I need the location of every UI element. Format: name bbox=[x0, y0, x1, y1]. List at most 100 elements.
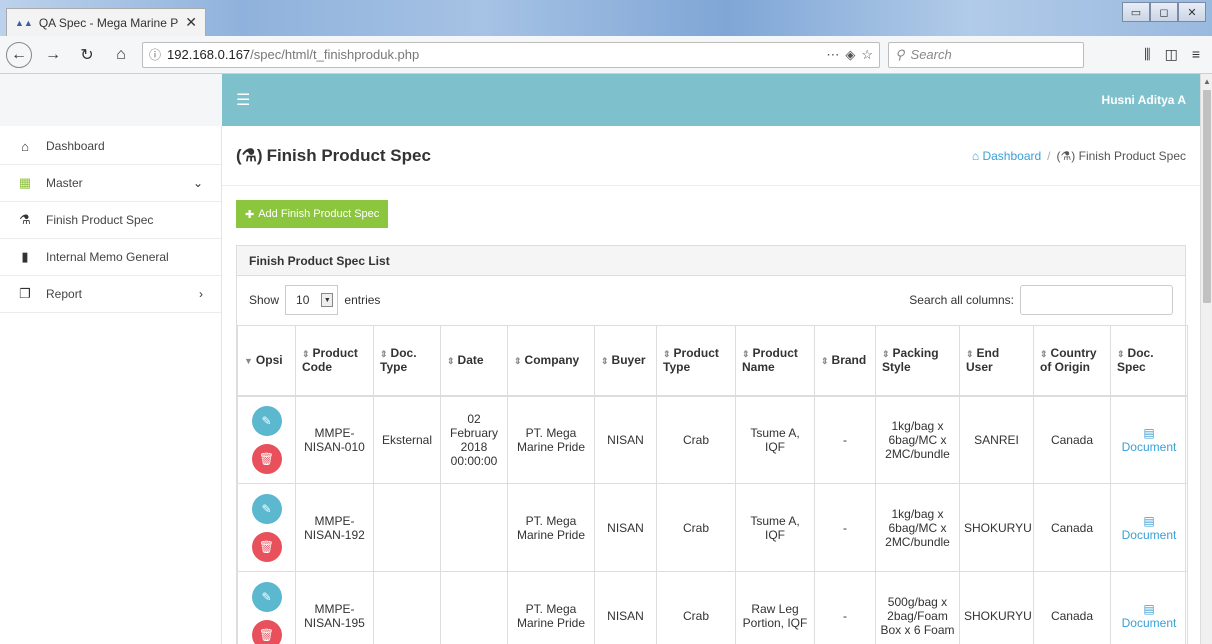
spec-table: ▼ Opsi ⇕ Product Code ⇕ Doc. Type ⇕ Date ⇕ Co… bbox=[237, 325, 1188, 644]
cell-company: PT. Mega Marine Pride bbox=[507, 571, 595, 644]
col-header-company[interactable]: ⇕ Company bbox=[507, 325, 595, 397]
bookmark-star-icon[interactable]: ☆ bbox=[861, 47, 873, 63]
plus-icon: ✚ bbox=[245, 208, 255, 221]
col-header-doc-type[interactable]: ⇕ Doc. Type bbox=[373, 325, 441, 397]
url-host: 192.168.0.167 bbox=[167, 47, 251, 62]
col-header-product-code[interactable]: ⇕ Product Code bbox=[295, 325, 374, 397]
col-header-end-user[interactable]: ⇕ End User bbox=[959, 325, 1034, 397]
cell-packing-style: 1kg/bag x 6bag/MC x 2MC/bundle bbox=[875, 483, 960, 572]
url-bar[interactable]: ⓘ 192.168.0.167 /spec/html/t_finishprodu… bbox=[142, 41, 880, 68]
minimize-icon[interactable]: ▭ bbox=[1122, 2, 1150, 22]
copy-icon: ❐ bbox=[19, 286, 31, 301]
edit-icon[interactable]: ✎ bbox=[251, 405, 282, 436]
sidebar-item-label: Master bbox=[46, 176, 83, 190]
sidebar-item-master[interactable]: ▦ Master ⌄ bbox=[0, 165, 221, 202]
scrollbar-thumb[interactable] bbox=[1203, 90, 1211, 303]
cell-date bbox=[440, 571, 508, 644]
reload-icon[interactable]: ↻ bbox=[74, 42, 100, 68]
home-icon: ⌂ bbox=[21, 138, 29, 154]
cell-product-code: MMPE-NISAN-195 bbox=[295, 571, 374, 644]
search-all-columns-input[interactable] bbox=[1020, 285, 1173, 315]
col-header-brand[interactable]: ⇕ Brand bbox=[814, 325, 876, 397]
col-header-product-name[interactable]: ⇕ Product Name bbox=[735, 325, 815, 397]
sort-icon: ⇕ bbox=[742, 349, 750, 360]
page-scrollbar[interactable]: ▲ bbox=[1200, 74, 1212, 644]
table-controls: Show 10 ▼ entries Search all columns: bbox=[237, 276, 1185, 324]
add-finish-product-spec-button[interactable]: ✚ Add Finish Product Spec bbox=[236, 200, 389, 228]
col-header-doc-spec[interactable]: ⇕ Doc. Spec bbox=[1110, 325, 1188, 397]
page-title: (⚗) Finish Product Spec bbox=[236, 146, 431, 166]
search-label: Search all columns: bbox=[909, 293, 1014, 307]
breadcrumb-current: (⚗) Finish Product Spec bbox=[1056, 148, 1186, 163]
chevron-down-icon: ⌄ bbox=[192, 176, 203, 190]
breadcrumb-separator: / bbox=[1047, 148, 1051, 163]
cell-company: PT. Mega Marine Pride bbox=[507, 483, 595, 572]
cell-brand: - bbox=[814, 571, 876, 644]
table-row: ✎ 🗑 MMPE-NISAN-192 PT. Mega Marine Pride … bbox=[237, 483, 1188, 572]
sidebar-item-label: Finish Product Spec bbox=[46, 213, 154, 227]
col-header-date[interactable]: ⇕ Date bbox=[440, 325, 508, 397]
col-header-opsi[interactable]: ▼ Opsi bbox=[237, 325, 296, 397]
col-header-buyer[interactable]: ⇕ Buyer bbox=[594, 325, 657, 397]
trash-icon[interactable]: 🗑 bbox=[251, 619, 282, 644]
document-link[interactable]: ▤ Document bbox=[1115, 426, 1183, 454]
caret-down-icon: ▼ bbox=[321, 293, 334, 307]
sidebar-item-label: Dashboard bbox=[46, 139, 105, 153]
breadcrumb-home[interactable]: ⌂ Dashboard bbox=[972, 149, 1041, 163]
maximize-icon[interactable]: ◻ bbox=[1150, 2, 1178, 22]
cell-buyer: NISAN bbox=[594, 395, 657, 484]
trash-icon[interactable]: 🗑 bbox=[251, 443, 282, 474]
flask-icon: (⚗) bbox=[236, 145, 263, 165]
app-header: ☰ Husni Aditya A bbox=[222, 74, 1200, 126]
forward-arrow-icon[interactable]: → bbox=[40, 42, 66, 68]
cell-end-user: SANREI bbox=[959, 395, 1034, 484]
document-link[interactable]: ▤ Document bbox=[1115, 602, 1183, 630]
site-info-icon[interactable]: ⓘ bbox=[149, 46, 161, 63]
sidebar-item-report[interactable]: ❐ Report › bbox=[0, 276, 221, 313]
grid-icon: ▦ bbox=[18, 175, 32, 190]
edit-icon[interactable]: ✎ bbox=[251, 493, 282, 524]
hamburger-menu-icon[interactable]: ≡ bbox=[1192, 46, 1200, 63]
home-browser-icon[interactable]: ⌂ bbox=[108, 42, 134, 68]
sort-desc-icon: ▼ bbox=[244, 356, 253, 367]
entries-select[interactable]: 10 ▼ bbox=[285, 285, 339, 315]
edit-icon[interactable]: ✎ bbox=[251, 581, 282, 612]
cell-product-code: MMPE-NISAN-010 bbox=[295, 395, 374, 484]
sort-icon: ⇕ bbox=[1117, 349, 1125, 360]
scroll-up-icon[interactable]: ▲ bbox=[1201, 74, 1212, 88]
library-icon[interactable]: ⫼ bbox=[1144, 46, 1150, 63]
col-header-country[interactable]: ⇕ Country of Origin bbox=[1033, 325, 1111, 397]
browser-tab[interactable]: ▲▲ QA Spec - Mega Marine Pride ✕ bbox=[6, 8, 206, 36]
sidebar-item-finish-product-spec[interactable]: ⚗ Finish Product Spec bbox=[0, 202, 221, 239]
cell-country: Canada bbox=[1033, 395, 1111, 484]
cell-end-user: SHOKURYU bbox=[959, 571, 1034, 644]
cell-doc-type bbox=[373, 483, 441, 572]
window-close-icon[interactable]: ✕ bbox=[1178, 2, 1206, 22]
browser-navbar: ← → ↻ ⌂ ⓘ 192.168.0.167 /spec/html/t_fin… bbox=[0, 36, 1212, 74]
col-header-packing-style[interactable]: ⇕ Packing Style bbox=[875, 325, 960, 397]
browser-search-input[interactable]: ⚲ Search bbox=[888, 41, 1084, 68]
window-controls: ▭ ◻ ✕ bbox=[1122, 2, 1206, 22]
sidebar: ⌂ Dashboard ▦ Master ⌄ ⚗ Finish Product … bbox=[0, 126, 222, 644]
col-header-product-type[interactable]: ⇕ Product Type bbox=[656, 325, 736, 397]
sidebar-item-internal-memo[interactable]: ▮ Internal Memo General bbox=[0, 239, 221, 276]
page-actions-icon[interactable]: ⋯ bbox=[826, 47, 839, 63]
file-icon: ▮ bbox=[21, 249, 29, 264]
browser-toolbar-right: ⫼ ◫ ≡ bbox=[1144, 46, 1206, 63]
back-arrow-icon[interactable]: ← bbox=[6, 41, 32, 68]
document-link[interactable]: ▤ Document bbox=[1115, 514, 1183, 542]
cell-product-type: Crab bbox=[656, 571, 736, 644]
sidebar-toggle-icon[interactable]: ◫ bbox=[1165, 46, 1178, 63]
sort-icon: ⇕ bbox=[380, 349, 388, 360]
cell-country: Canada bbox=[1033, 483, 1111, 572]
show-label: Show bbox=[249, 293, 280, 307]
pocket-icon[interactable]: ◈ bbox=[845, 47, 855, 63]
menu-toggle-icon[interactable]: ☰ bbox=[236, 90, 250, 110]
tab-close-icon[interactable]: ✕ bbox=[185, 14, 197, 31]
user-name[interactable]: Husni Aditya A bbox=[1102, 93, 1186, 107]
trash-icon[interactable]: 🗑 bbox=[251, 531, 282, 562]
main-content: (⚗) Finish Product Spec ⌂ Dashboard / (⚗… bbox=[222, 126, 1200, 644]
cell-date bbox=[440, 483, 508, 572]
sidebar-item-dashboard[interactable]: ⌂ Dashboard bbox=[0, 128, 221, 165]
pdf-icon: ▤ bbox=[1143, 601, 1155, 616]
